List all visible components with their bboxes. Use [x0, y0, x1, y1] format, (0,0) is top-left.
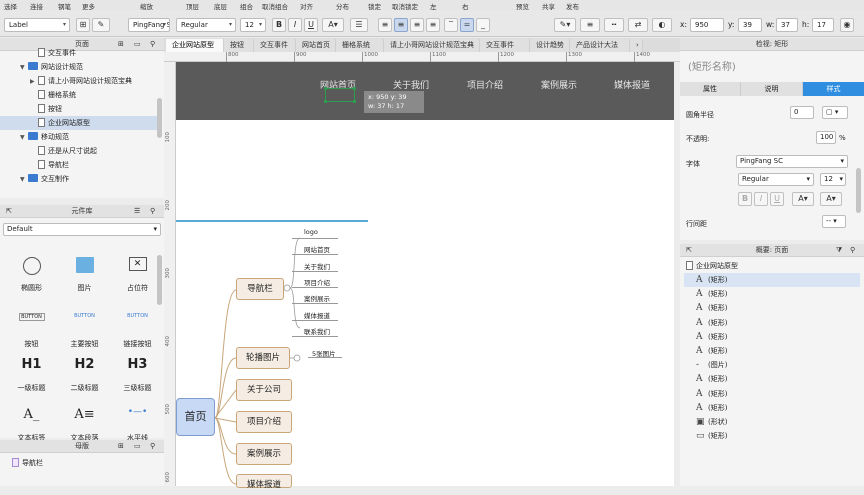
- outline-item[interactable]: A (矩形): [696, 330, 860, 344]
- outline-item-label: (矩形): [708, 276, 728, 284]
- leaf-underline: [292, 286, 338, 288]
- node-cases[interactable]: 案例展示: [236, 443, 292, 465]
- outline-item[interactable]: ▣ (形状): [696, 415, 860, 429]
- shape-name-field[interactable]: (矩形名称): [688, 58, 736, 73]
- inspector-text-effect-icon[interactable]: A▾: [820, 192, 842, 206]
- leaf-nav-item[interactable]: 项目介绍: [304, 277, 330, 287]
- line-icon: ▭: [696, 431, 705, 442]
- leaf-nav-item[interactable]: 联系我们: [304, 326, 330, 336]
- outline-item-label: (矩形): [708, 290, 728, 299]
- node-label: 案例展示: [246, 449, 281, 459]
- inspector-italic-button[interactable]: I: [754, 192, 768, 206]
- leaf-underline: [292, 270, 338, 272]
- node-label: 项目介绍: [246, 417, 281, 427]
- text-shape-icon: A: [696, 346, 703, 356]
- inspector-font-size[interactable]: 12 ▾: [820, 173, 846, 186]
- node-label: 媒体报道: [246, 480, 281, 490]
- corner-radius-input[interactable]: 0: [790, 106, 814, 119]
- outline-item[interactable]: - (图片): [696, 358, 860, 372]
- node-label: 导航栏: [247, 284, 273, 294]
- outline-item-label: (矩形): [708, 389, 728, 398]
- text-shape-icon: A: [696, 275, 703, 285]
- outline-page-label: 企业网站原型: [696, 262, 738, 270]
- outline-item-label: (矩形): [708, 347, 728, 355]
- inspector-title: 检视: 矩形: [755, 40, 789, 48]
- root-node-label: 首页: [184, 410, 207, 423]
- outline-item-label: (形状): [708, 418, 728, 426]
- outline-header: 概要: 页面 ⇱ ⧩ ⚲: [680, 244, 864, 257]
- node-label: 轮播图片: [245, 353, 280, 363]
- outline-item[interactable]: A (矩形): [696, 401, 860, 415]
- text-shape-icon: A: [696, 317, 703, 328]
- outline-item[interactable]: A (矩形): [696, 301, 860, 315]
- opacity-unit: %: [839, 134, 846, 142]
- text-shape-icon: A: [696, 303, 703, 314]
- leaf-nav-item[interactable]: 网站首页: [304, 244, 330, 254]
- image-icon: -: [696, 360, 700, 371]
- outline-item[interactable]: A (矩形): [696, 316, 860, 330]
- outline-item[interactable]: A (矩形): [684, 273, 860, 287]
- inspector-font-weight[interactable]: Regular ▾: [738, 173, 814, 186]
- opacity-label: 不透明:: [686, 135, 710, 143]
- text-shape-icon: A: [696, 374, 703, 385]
- leaf-nav-item[interactable]: 案例展示: [304, 293, 330, 303]
- outline-search-icon[interactable]: ⚲: [850, 244, 855, 257]
- leaf-underline: [292, 238, 338, 239]
- outline-item-label: (矩形): [708, 332, 728, 341]
- outline-item-label: (矩形): [708, 403, 728, 412]
- inspector-panel: 检视: 矩形 (矩形名称) 属性 说明 样式 圆角半径 0 ▢ ▾ 不透明: 1…: [680, 38, 864, 240]
- leaf-underline: [292, 303, 338, 305]
- text-shape-icon: A: [696, 402, 703, 413]
- inspector-scrollbar[interactable]: [856, 168, 861, 213]
- inspector-header: 检视: 矩形: [680, 38, 864, 51]
- shape-icon: ▣: [696, 417, 705, 427]
- leaf-underline: [292, 254, 338, 256]
- inspector-font-family[interactable]: PingFang SC ▾: [736, 155, 848, 168]
- outline-item[interactable]: A (矩形): [696, 287, 860, 301]
- corner-style-select[interactable]: ▢ ▾: [822, 106, 848, 119]
- outline-page[interactable]: 企业网站原型: [686, 261, 738, 271]
- inspector-tabs: 属性 说明 样式: [680, 82, 864, 96]
- line-spacing-select[interactable]: -- ▾: [822, 215, 846, 228]
- node-projects[interactable]: 项目介绍: [236, 411, 292, 433]
- leaf-underline: [292, 335, 338, 337]
- node-carousel[interactable]: 轮播图片: [236, 347, 290, 369]
- leaf-nav-item[interactable]: 关于我们: [304, 261, 330, 271]
- outline-title: 概要: 页面: [755, 246, 789, 254]
- text-shape-icon: A: [696, 388, 703, 399]
- outline-item-label: (矩形): [708, 432, 728, 441]
- text-shape-icon: A: [696, 331, 703, 342]
- outline-item-label: (矩形): [708, 375, 728, 384]
- outline-item[interactable]: ▭ (矩形): [696, 429, 860, 443]
- corner-radius-label: 圆角半径: [686, 111, 714, 119]
- node-nav[interactable]: 导航栏: [236, 278, 284, 300]
- tab-style[interactable]: 样式: [803, 82, 864, 96]
- outline-drag-icon[interactable]: ⇱: [686, 244, 692, 257]
- outline-item[interactable]: A (矩形): [696, 344, 860, 358]
- outline-item-label: (矩形): [708, 318, 728, 327]
- leaf-nav-item[interactable]: logo: [304, 228, 318, 236]
- font-label: 字体: [686, 160, 700, 168]
- node-label: 关于公司: [246, 385, 281, 395]
- leaf-nav-item[interactable]: 媒体报道: [304, 310, 330, 320]
- line-spacing-label: 行间距: [686, 220, 707, 228]
- page-icon: [686, 261, 693, 270]
- outline-item[interactable]: A (矩形): [696, 372, 860, 386]
- filter-icon[interactable]: ⧩: [836, 244, 842, 257]
- tab-notes[interactable]: 说明: [741, 82, 803, 96]
- node-about[interactable]: 关于公司: [236, 379, 292, 401]
- root-node[interactable]: 首页: [176, 398, 215, 436]
- opacity-input[interactable]: 100: [816, 131, 836, 144]
- inspector-bold-button[interactable]: B: [738, 192, 752, 206]
- outline-item-label: (图片): [708, 361, 728, 370]
- inspector-font-color-icon[interactable]: A▾: [792, 192, 814, 206]
- text-shape-icon: A: [696, 289, 703, 300]
- inspector-underline-button[interactable]: U: [770, 192, 784, 206]
- outline-item[interactable]: A (矩形): [696, 387, 860, 401]
- tab-properties[interactable]: 属性: [680, 82, 741, 96]
- leaf-underline: [292, 319, 338, 321]
- outline-item-label: (矩形): [708, 304, 728, 313]
